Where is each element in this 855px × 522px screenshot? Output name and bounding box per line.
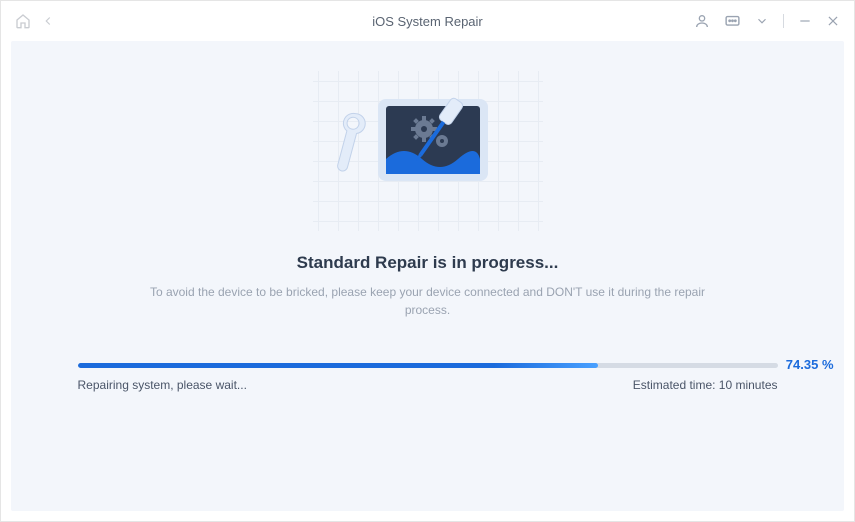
progress-percent: 74.35 % (786, 357, 834, 372)
progress-eta: Estimated time: 10 minutes (633, 378, 778, 392)
progress-status-text: Repairing system, please wait... (78, 378, 247, 392)
titlebar-right (694, 13, 840, 30)
back-icon[interactable] (41, 14, 55, 28)
progress-bar (78, 363, 778, 368)
close-icon[interactable] (826, 14, 840, 28)
home-icon[interactable] (15, 13, 31, 29)
device-repair-icon (328, 81, 528, 221)
separator (783, 14, 784, 28)
content-area: Standard Repair is in progress... To avo… (11, 41, 844, 511)
titlebar: iOS System Repair (1, 1, 854, 41)
user-icon[interactable] (694, 13, 710, 29)
feedback-icon[interactable] (724, 13, 741, 30)
app-window: iOS System Repair (0, 0, 855, 522)
minimize-icon[interactable] (798, 14, 812, 28)
repair-illustration (313, 71, 543, 231)
chevron-down-icon[interactable] (755, 14, 769, 28)
titlebar-left (15, 13, 55, 29)
progress-subtext: To avoid the device to be bricked, pleas… (148, 283, 708, 319)
progress-labels: Repairing system, please wait... Estimat… (78, 378, 778, 392)
progress-heading: Standard Repair is in progress... (297, 253, 559, 273)
window-title: iOS System Repair (372, 14, 483, 29)
progress-area: 74.35 % Repairing system, please wait...… (78, 363, 778, 392)
progress-fill (78, 363, 598, 368)
